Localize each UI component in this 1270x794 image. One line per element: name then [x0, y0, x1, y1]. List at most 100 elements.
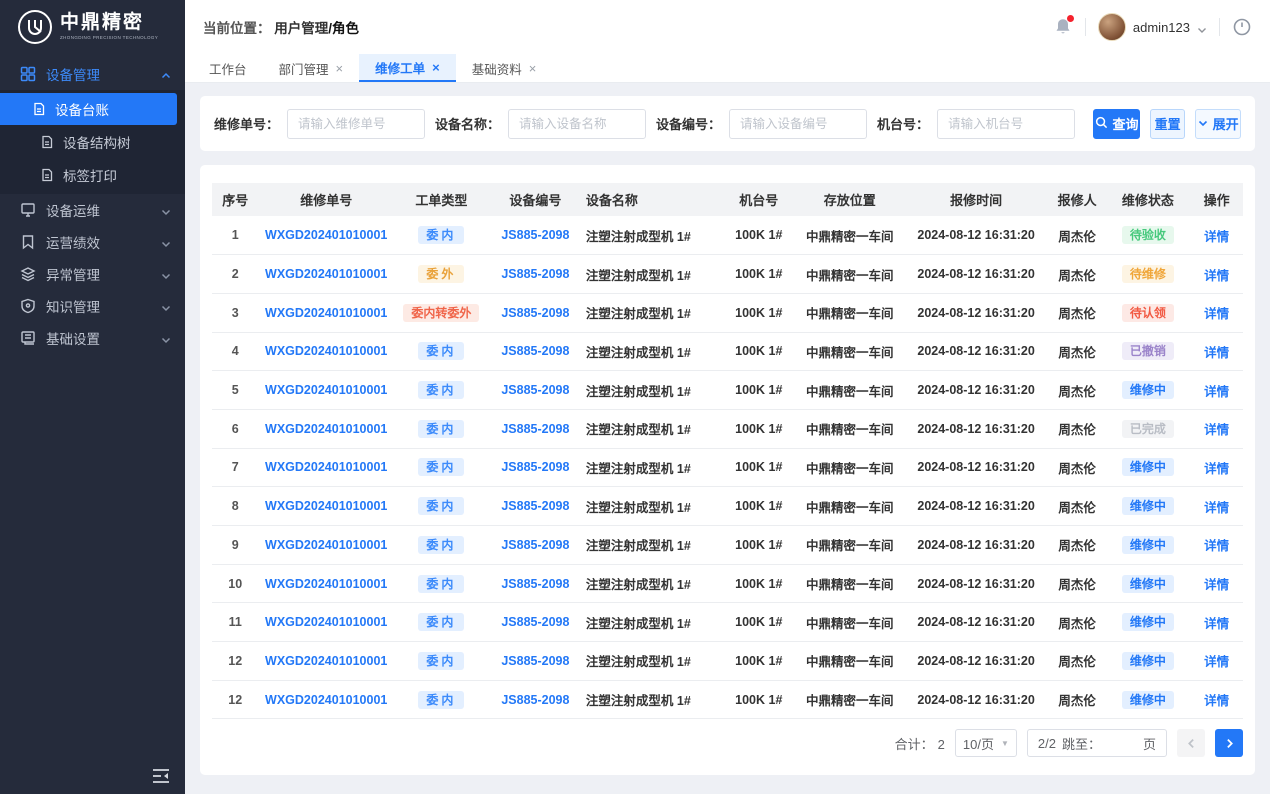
device-no-link[interactable]: JS885-2098 [489, 255, 582, 294]
device-name-input[interactable] [508, 109, 646, 139]
repair-order-no-link[interactable]: WXGD202401010001 [258, 564, 393, 603]
page-size-select[interactable]: 10/页 ▼ [955, 729, 1017, 757]
column-header: 维修状态 [1105, 183, 1190, 216]
repair-order-no-link[interactable]: WXGD202401010001 [258, 526, 393, 565]
repair-order-no-link[interactable]: WXGD202401010001 [258, 332, 393, 371]
sidebar-item-equipment-ledger[interactable]: 设备台账 [0, 93, 177, 125]
sidebar-collapse-icon[interactable] [151, 766, 171, 786]
repair-status-cell: 维修中 [1105, 603, 1190, 642]
sidebar-item-equipment-operations[interactable]: 设备运维 [0, 194, 185, 226]
device-no-link[interactable]: JS885-2098 [489, 409, 582, 448]
repair-order-no-link[interactable]: WXGD202401010001 [258, 409, 393, 448]
device-no-link[interactable]: JS885-2098 [489, 448, 582, 487]
sidebar-item-knowledge-management[interactable]: 知识管理 [0, 290, 185, 322]
user-menu[interactable]: admin123 [1098, 13, 1207, 41]
table-row: 12WXGD202401010001委内JS885-2098注塑注射成型机 1#… [212, 642, 1243, 681]
close-icon[interactable]: × [432, 61, 440, 74]
device-no-link[interactable]: JS885-2098 [489, 642, 582, 681]
column-header: 设备名称 [582, 183, 721, 216]
repair-order-no-link[interactable]: WXGD202401010001 [258, 487, 393, 526]
order-type-cell: 委内 [394, 332, 489, 371]
tab-repair-work-order[interactable]: 维修工单 × [359, 54, 456, 82]
repair-order-no-link[interactable]: WXGD202401010001 [258, 255, 393, 294]
machine-no: 100K 1# [721, 487, 796, 526]
device-no-link[interactable]: JS885-2098 [489, 564, 582, 603]
repair-order-no-input[interactable] [287, 109, 425, 139]
storage-location: 中鼎精密一车间 [796, 642, 903, 681]
repair-order-no-link[interactable]: WXGD202401010001 [258, 448, 393, 487]
repair-order-no-link[interactable]: WXGD202401010001 [258, 642, 393, 681]
detail-link[interactable]: 详情 [1190, 216, 1243, 255]
device-name: 注塑注射成型机 1# [582, 487, 721, 526]
detail-link[interactable]: 详情 [1190, 255, 1243, 294]
close-icon[interactable]: × [336, 62, 344, 75]
table-row: 4WXGD202401010001委内JS885-2098注塑注射成型机 1#1… [212, 332, 1243, 371]
reporter: 周杰伦 [1049, 409, 1106, 448]
close-icon[interactable]: × [529, 62, 537, 75]
sidebar-item-basic-settings[interactable]: 基础设置 [0, 322, 185, 354]
page-jump-box: 2/2 跳至： 页 [1027, 729, 1167, 757]
sidebar-item-equipment-management[interactable]: 设备管理 [0, 58, 185, 90]
reporter: 周杰伦 [1049, 564, 1106, 603]
sidebar-item-label-printing[interactable]: 标签打印 [0, 159, 185, 191]
table-body: 1WXGD202401010001委内JS885-2098注塑注射成型机 1#1… [212, 216, 1243, 719]
repair-status-cell: 维修中 [1105, 564, 1190, 603]
detail-link[interactable]: 详情 [1190, 332, 1243, 371]
detail-link[interactable]: 详情 [1190, 526, 1243, 565]
detail-link[interactable]: 详情 [1190, 564, 1243, 603]
notification-bell-icon[interactable] [1053, 17, 1073, 37]
device-no-input[interactable] [729, 109, 867, 139]
repair-order-no-link[interactable]: WXGD202401010001 [258, 293, 393, 332]
device-no-link[interactable]: JS885-2098 [489, 680, 582, 719]
detail-link[interactable]: 详情 [1190, 603, 1243, 642]
order-type-cell: 委内转委外 [394, 293, 489, 332]
expand-button[interactable]: 展开 [1195, 109, 1241, 139]
status-badge: 维修中 [1122, 613, 1174, 631]
detail-link[interactable]: 详情 [1190, 680, 1243, 719]
device-no-link[interactable]: JS885-2098 [489, 371, 582, 410]
work-order-table-card: 序号维修单号工单类型设备编号设备名称机台号存放位置报修时间报修人维修状态操作 1… [200, 165, 1255, 775]
repair-order-no-link[interactable]: WXGD202401010001 [258, 216, 393, 255]
machine-no: 100K 1# [721, 448, 796, 487]
topbar: 当前位置： 用户管理/角色 admin123 [185, 0, 1270, 54]
device-no-link[interactable]: JS885-2098 [489, 526, 582, 565]
tab-department-management[interactable]: 部门管理 × [263, 54, 360, 82]
device-no-link[interactable]: JS885-2098 [489, 487, 582, 526]
prev-page-button[interactable] [1177, 729, 1205, 757]
report-time: 2024-08-12 16:31:20 [903, 487, 1049, 526]
device-no-link[interactable]: JS885-2098 [489, 293, 582, 332]
next-page-button[interactable] [1215, 729, 1243, 757]
jump-page-input[interactable] [1107, 733, 1137, 753]
detail-link[interactable]: 详情 [1190, 642, 1243, 681]
tab-basic-data[interactable]: 基础资料 × [456, 54, 553, 82]
logout-power-icon[interactable] [1232, 17, 1252, 37]
report-time: 2024-08-12 16:31:20 [903, 216, 1049, 255]
sidebar-item-exception-management[interactable]: 异常管理 [0, 258, 185, 290]
search-button[interactable]: 查询 [1093, 109, 1140, 139]
device-name: 注塑注射成型机 1# [582, 448, 721, 487]
document-icon [40, 135, 54, 149]
sidebar-item-equipment-structure-tree[interactable]: 设备结构树 [0, 126, 185, 158]
reset-button[interactable]: 重置 [1150, 109, 1185, 139]
detail-link[interactable]: 详情 [1190, 293, 1243, 332]
repair-order-no-link[interactable]: WXGD202401010001 [258, 371, 393, 410]
device-name: 注塑注射成型机 1# [582, 409, 721, 448]
repair-order-no-link[interactable]: WXGD202401010001 [258, 603, 393, 642]
detail-link[interactable]: 详情 [1190, 448, 1243, 487]
detail-link[interactable]: 详情 [1190, 409, 1243, 448]
machine-no: 100K 1# [721, 255, 796, 294]
order-type-tag: 委内 [418, 652, 464, 670]
device-no-link[interactable]: JS885-2098 [489, 603, 582, 642]
device-no-link[interactable]: JS885-2098 [489, 332, 582, 371]
detail-link[interactable]: 详情 [1190, 487, 1243, 526]
device-no-link[interactable]: JS885-2098 [489, 216, 582, 255]
repair-order-no-link[interactable]: WXGD202401010001 [258, 680, 393, 719]
storage-location: 中鼎精密一车间 [796, 332, 903, 371]
table-row: 6WXGD202401010001委内JS885-2098注塑注射成型机 1#1… [212, 409, 1243, 448]
reporter: 周杰伦 [1049, 371, 1106, 410]
tab-workbench[interactable]: 工作台 [193, 54, 263, 82]
machine-no: 100K 1# [721, 293, 796, 332]
detail-link[interactable]: 详情 [1190, 371, 1243, 410]
machine-no-input[interactable] [937, 109, 1075, 139]
sidebar-item-operation-performance[interactable]: 运营绩效 [0, 226, 185, 258]
